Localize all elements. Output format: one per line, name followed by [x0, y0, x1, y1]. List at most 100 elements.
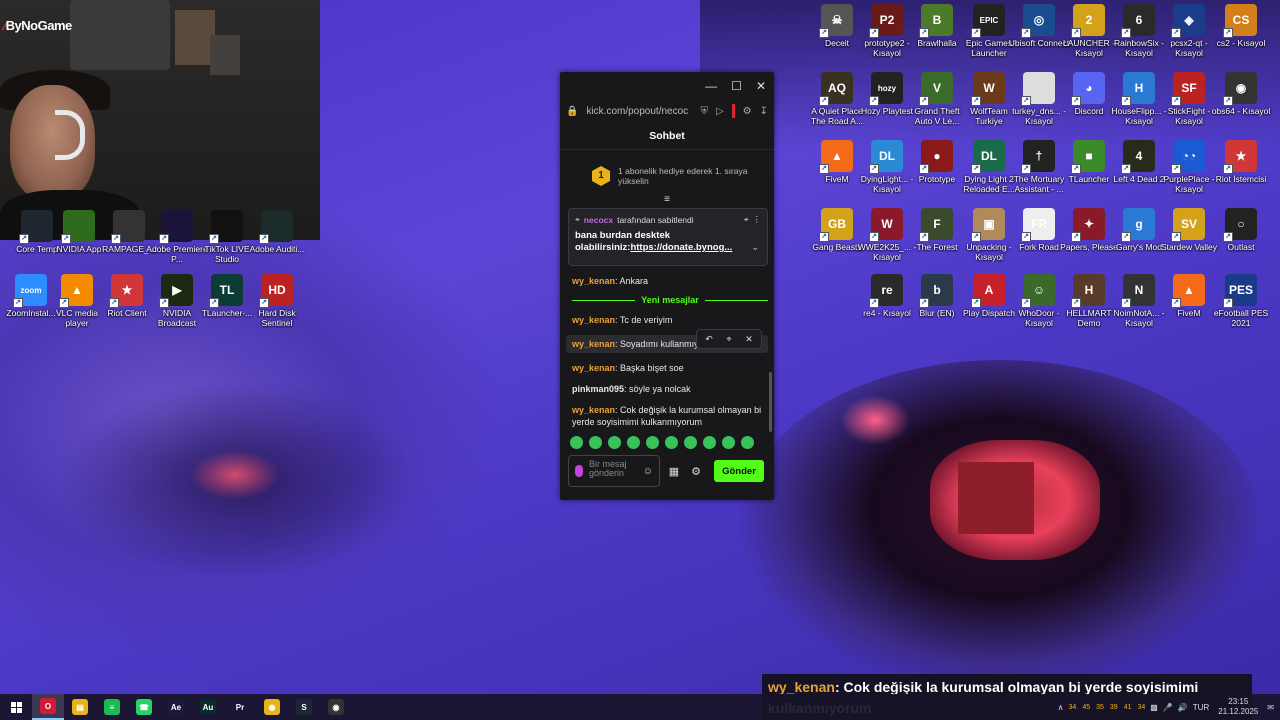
shortcut-arrow-icon: ↗	[1171, 232, 1181, 242]
app-icon: TL ↗	[209, 274, 243, 308]
maximize-button[interactable]: ☐	[731, 79, 742, 93]
app-icon: 2 ↗	[1071, 4, 1105, 38]
shortcut-arrow-icon: ↗	[1121, 232, 1131, 242]
pinned-message[interactable]: ⌖ necocx tarafından sabitlendi ⌖ ⋮ bana …	[568, 208, 768, 266]
after-effects-icon: Ae	[168, 699, 184, 715]
chat-message-text: söyle ya nolcak	[629, 384, 691, 394]
address-bar[interactable]: 🔒 kick.com/popout/necoc ⛨ ▷ ⚙ ↧	[560, 100, 774, 122]
send-button[interactable]: Gönder	[714, 460, 764, 482]
url-text[interactable]: kick.com/popout/necoc	[586, 106, 692, 117]
shortcut-arrow-icon: ↗	[919, 298, 929, 308]
app-icon: ○ ↗	[1223, 208, 1257, 242]
chat-username[interactable]: wy_kenan	[572, 405, 615, 415]
chat-username[interactable]: wy_kenan	[572, 339, 615, 349]
desktop-shortcut[interactable]: CS ↗ cs2 - Kısayol	[1210, 4, 1272, 48]
emote-icon[interactable]	[703, 436, 716, 449]
chat-message[interactable]: wy_kenan: Ankara	[572, 275, 768, 287]
clock[interactable]: 23:15 21.12.2025	[1218, 697, 1258, 717]
desktop-shortcut[interactable]: PES ↗ eFootball PES 2021	[1210, 274, 1272, 328]
gift-sub-banner[interactable]: 1 1 abonelik hediye ederek 1. sıraya yük…	[560, 150, 774, 194]
volume-icon[interactable]: 🔊	[1178, 703, 1188, 712]
chat-username[interactable]: wy_kenan	[572, 363, 615, 373]
emote-icon[interactable]	[722, 436, 735, 449]
chat-message-hovered[interactable]: wy_kenan: Soyadımı kullanmıyorum ↶ ⌖ ✕	[566, 329, 768, 353]
desktop-shortcut-label: cs2 - Kısayol	[1216, 38, 1266, 48]
app-icon: DL ↗	[971, 140, 1005, 174]
reply-icon[interactable]: ↶	[700, 332, 718, 346]
temperature-value: 45	[1082, 703, 1091, 711]
delete-icon[interactable]: ✕	[740, 332, 758, 346]
send-icon[interactable]: ▷	[716, 106, 724, 117]
desktop-shortcut[interactable]: ○ ↗ Outlast	[1210, 208, 1272, 252]
app-icon: ◎ ↗	[1021, 4, 1055, 38]
chat-scrollbar[interactable]	[769, 372, 772, 432]
emote-icon[interactable]	[589, 436, 602, 449]
chat-message[interactable]: wy_kenan: Başka bişet soe	[572, 362, 768, 374]
emote-icon[interactable]	[627, 436, 640, 449]
emote-icon[interactable]	[741, 436, 754, 449]
donate-link[interactable]: https://donate.bynog...	[630, 242, 732, 253]
collapse-icon[interactable]: ≡	[560, 194, 774, 206]
app-icon: g ↗	[1121, 208, 1155, 242]
settings-gear-icon[interactable]: ⚙	[688, 465, 704, 478]
download-icon[interactable]: ↧	[760, 106, 768, 117]
desktop-shortcut[interactable]: ★ ↗ Riot İstemcisi	[1210, 140, 1272, 184]
close-button[interactable]: ✕	[756, 79, 766, 93]
taskbar-steam-button[interactable]: S	[288, 694, 320, 720]
emoji-picker-icon[interactable]: ☺	[643, 466, 653, 477]
taskbar-file-explorer-button[interactable]: ▤	[64, 694, 96, 720]
chat-username[interactable]: pinkman095	[572, 384, 624, 394]
taskbar-opera-button[interactable]: O	[32, 694, 64, 720]
unpin-icon[interactable]: ⌖	[744, 214, 749, 225]
start-button[interactable]	[0, 694, 32, 720]
desktop-shortcut[interactable]: ↗ Adobe Auditi...	[246, 210, 308, 254]
desktop-shortcut-label: Hard Disk Sentinel	[258, 308, 296, 328]
microphone-tray-icon[interactable]: 🎤	[1163, 703, 1173, 712]
quick-emotes-row	[560, 428, 774, 449]
chat-username[interactable]: wy_kenan	[572, 315, 615, 325]
app-icon: DL ↗	[869, 140, 903, 174]
taskbar-premiere-button[interactable]: Pr	[224, 694, 256, 720]
store-icon[interactable]: ▦	[666, 465, 682, 478]
expand-chevron-icon[interactable]: ⌄	[751, 242, 759, 253]
taskbar-whatsapp-button[interactable]: ☎	[128, 694, 160, 720]
language-indicator[interactable]: TUR	[1193, 703, 1209, 712]
temperature-readouts: 34 45 35 39 41 34	[1069, 704, 1146, 711]
chat-message[interactable]: wy_kenan: Tc de veriyim	[572, 314, 768, 326]
shortcut-arrow-icon: ↗	[1071, 298, 1081, 308]
chat-input-box[interactable]: ☺	[568, 455, 660, 487]
taskbar-obs-like-button[interactable]: ◉	[320, 694, 352, 720]
tray-overflow-chevron-icon[interactable]: ∧	[1058, 703, 1064, 712]
desktop-shortcut[interactable]: ◉ ↗ obs64 - Kısayol	[1210, 72, 1272, 116]
taskbar-after-effects-button[interactable]: Ae	[160, 694, 192, 720]
pinned-author[interactable]: necocx	[584, 215, 613, 225]
emote-icon[interactable]	[570, 436, 583, 449]
chat-message[interactable]: pinkman095: söyle ya nolcak	[572, 383, 768, 395]
emote-icon[interactable]	[646, 436, 659, 449]
minimize-button[interactable]: —	[705, 79, 717, 93]
chat-message-input[interactable]	[589, 457, 637, 485]
extensions-icon[interactable]: ⚙	[743, 106, 752, 117]
microphone-icon[interactable]	[575, 465, 583, 477]
more-options-icon[interactable]: ⋮	[753, 214, 762, 225]
emote-icon[interactable]	[684, 436, 697, 449]
emote-icon[interactable]	[665, 436, 678, 449]
app-icon: ● ↗	[919, 140, 953, 174]
emote-icon[interactable]	[608, 436, 621, 449]
chat-header-title: Sohbet	[560, 122, 774, 150]
shield-icon[interactable]: ⛨	[700, 106, 708, 117]
network-icon[interactable]: ▩	[1150, 703, 1158, 712]
chat-username[interactable]: wy_kenan	[572, 276, 615, 286]
notifications-icon[interactable]: ✉	[1267, 703, 1274, 712]
bynogame-logo: ∕ByNoGame	[4, 18, 72, 33]
clock-time: 23:15	[1228, 697, 1249, 706]
taskbar-spotify-button[interactable]: ≡	[96, 694, 128, 720]
desktop-shortcut-label: eFootball PES 2021	[1213, 308, 1269, 328]
pin-message-icon[interactable]: ⌖	[720, 332, 738, 346]
app-icon: W ↗	[869, 208, 903, 242]
chat-message[interactable]: wy_kenan: Cok değişik la kurumsal olmaya…	[572, 404, 768, 428]
taskbar-chrome-button[interactable]: ◉	[256, 694, 288, 720]
desktop-shortcut[interactable]: HD ↗ Hard Disk Sentinel	[246, 274, 308, 328]
wallpaper-spark	[840, 395, 910, 445]
taskbar-audition-button[interactable]: Au	[192, 694, 224, 720]
